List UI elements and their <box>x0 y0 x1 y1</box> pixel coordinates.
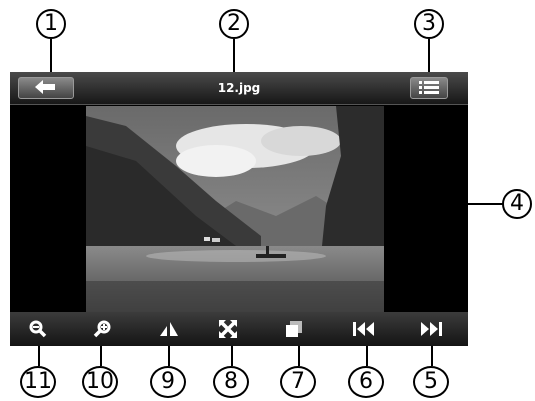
callout-2: 2 <box>219 9 249 39</box>
callout-9: 9 <box>150 366 186 398</box>
top-bar: 12.jpg <box>10 72 468 105</box>
leader-line-10 <box>100 346 102 366</box>
list-icon <box>419 79 439 98</box>
bottom-toolbar <box>10 312 468 346</box>
callout-6: 6 <box>348 366 384 398</box>
next-icon <box>420 321 442 337</box>
zoom-out-icon <box>29 320 47 338</box>
leader-line-6 <box>366 346 368 366</box>
device-screen: 12.jpg <box>10 72 468 346</box>
fullscreen-icon <box>219 320 237 338</box>
photo-viewer[interactable] <box>86 106 384 312</box>
callout-8: 8 <box>213 366 249 398</box>
leader-line-11 <box>38 346 40 366</box>
callout-5: 5 <box>413 366 449 398</box>
leader-line-9 <box>168 346 170 366</box>
menu-button[interactable] <box>410 77 448 99</box>
callout-1: 1 <box>36 9 66 39</box>
rotate-icon <box>158 320 180 338</box>
callout-4: 4 <box>502 189 532 219</box>
slideshow-icon <box>285 320 303 338</box>
zoom-in-button[interactable] <box>82 312 122 346</box>
callout-10: 10 <box>82 366 118 398</box>
previous-icon <box>353 321 375 337</box>
leader-line-8 <box>231 346 233 366</box>
next-button[interactable] <box>411 312 451 346</box>
zoom-in-icon <box>93 320 111 338</box>
callout-11: 11 <box>20 366 56 398</box>
leader-line-7 <box>298 346 300 366</box>
file-title: 12.jpg <box>217 81 261 95</box>
callout-7: 7 <box>280 366 316 398</box>
zoom-out-button[interactable] <box>18 312 58 346</box>
rotate-button[interactable] <box>149 312 189 346</box>
leader-line-5 <box>431 346 433 366</box>
callout-3: 3 <box>414 9 444 39</box>
photo-image <box>86 106 384 312</box>
fullscreen-button[interactable] <box>208 312 248 346</box>
previous-button[interactable] <box>344 312 384 346</box>
slideshow-button[interactable] <box>274 312 314 346</box>
